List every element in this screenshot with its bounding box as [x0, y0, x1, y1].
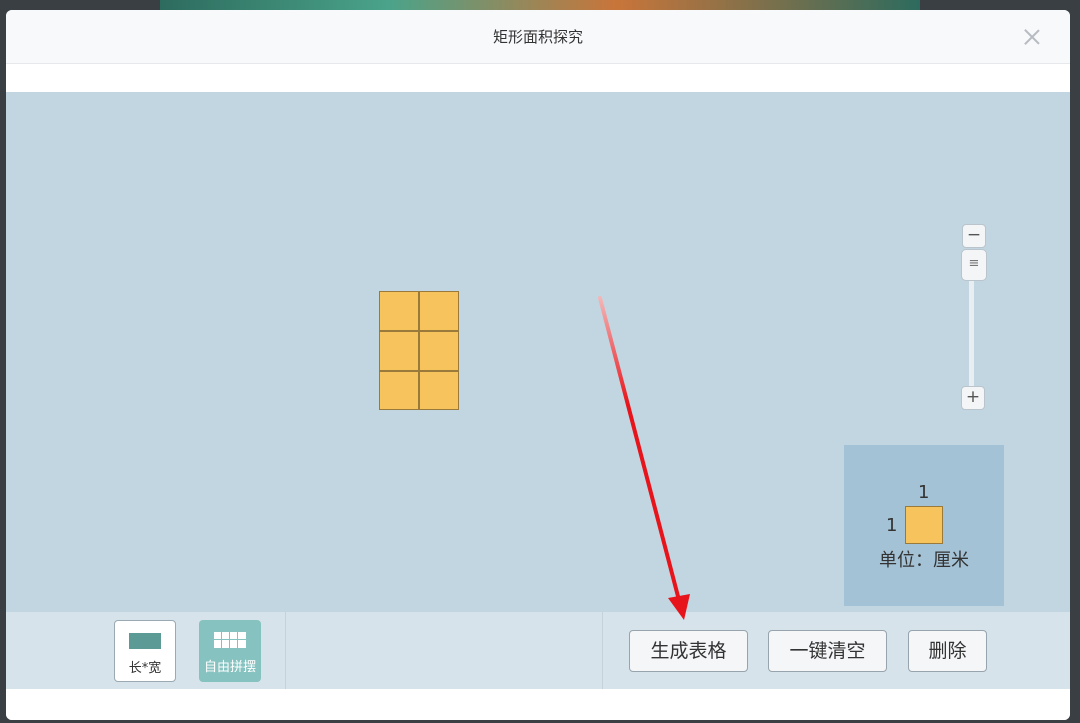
annotation-arrow [598, 296, 690, 620]
arrow-shaft [598, 296, 682, 606]
arrow-head [668, 594, 690, 620]
